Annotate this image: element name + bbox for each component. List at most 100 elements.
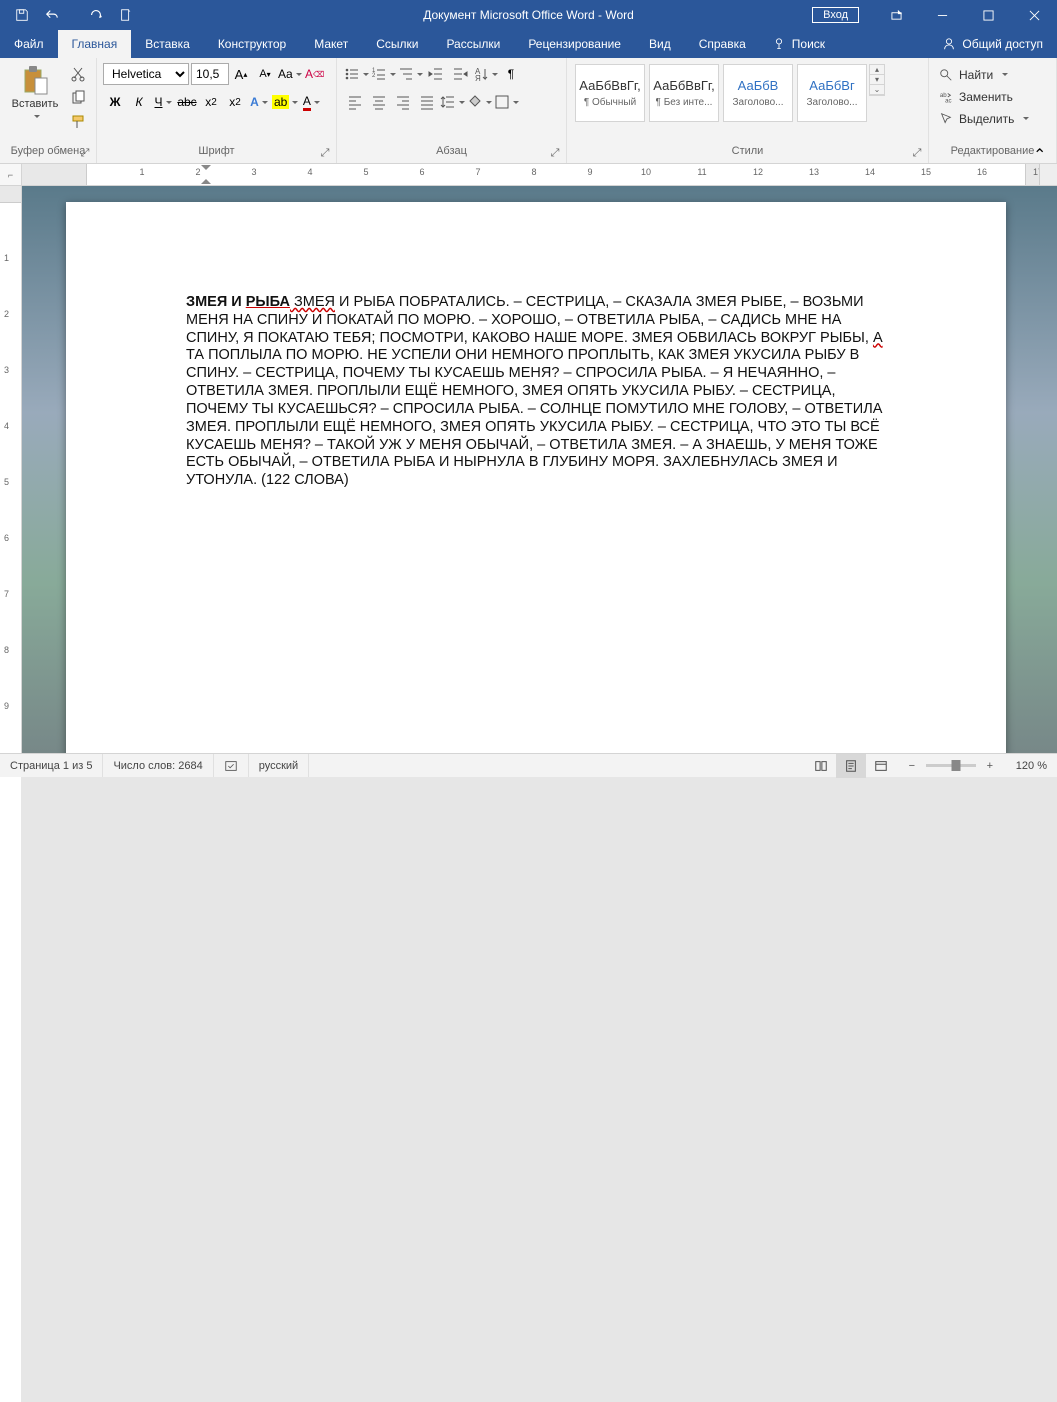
tell-me[interactable]: Поиск [760, 30, 837, 58]
page-content[interactable]: ЗМЕЯ И РЫБА ЗМЕЯ И РЫБА ПОБРАТАЛИСЬ. – С… [66, 202, 1006, 490]
statusbar: Страница 1 из 5 Число слов: 2684 русский… [0, 753, 1057, 777]
maximize-button[interactable] [965, 0, 1011, 30]
change-case[interactable]: Aa [278, 63, 302, 85]
tab-mailings[interactable]: Рассылки [432, 30, 514, 58]
style-nospace[interactable]: АаБбВвГг,¶ Без инте... [649, 64, 719, 122]
borders[interactable] [494, 91, 519, 113]
read-mode[interactable] [806, 754, 836, 778]
indent[interactable] [449, 63, 471, 85]
ribbon-tabs: Файл Главная Вставка Конструктор Макет С… [0, 30, 1057, 58]
zoom-slider[interactable]: − + [896, 760, 1006, 772]
show-marks[interactable]: ¶ [500, 63, 522, 85]
font-color[interactable]: A [300, 91, 322, 113]
align-center[interactable] [368, 91, 390, 113]
svg-text:Я: Я [475, 74, 481, 82]
language[interactable]: русский [249, 754, 309, 777]
clear-format[interactable]: A⌫ [304, 63, 326, 85]
collapse-ribbon[interactable]: ⌃ [1033, 145, 1051, 161]
ruler-end [1039, 164, 1057, 185]
minimize-button[interactable] [919, 0, 965, 30]
signin-button[interactable]: Вход [812, 7, 859, 23]
group-clipboard: Вставить Буфер обмена⤢ [0, 58, 97, 163]
select-button[interactable]: Выделить [935, 108, 1033, 130]
tab-references[interactable]: Ссылки [362, 30, 432, 58]
font-name[interactable]: Helvetica [103, 63, 189, 85]
subscript-button[interactable]: x2 [200, 91, 222, 113]
word-count[interactable]: Число слов: 2684 [103, 754, 213, 777]
zoom-out[interactable]: − [904, 760, 920, 772]
text-effects[interactable]: A [248, 91, 270, 113]
superscript-button[interactable]: x2 [224, 91, 246, 113]
print-layout[interactable] [836, 754, 866, 778]
tab-review[interactable]: Рецензирование [514, 30, 635, 58]
close-button[interactable] [1011, 0, 1057, 30]
paste-label: Вставить [12, 98, 59, 110]
new-doc-button[interactable] [112, 3, 140, 27]
shading[interactable] [467, 91, 492, 113]
tab-view[interactable]: Вид [635, 30, 685, 58]
undo-dropdown[interactable] [68, 3, 80, 27]
tab-home[interactable]: Главная [58, 30, 132, 58]
clipboard-label: Буфер обмена [11, 145, 86, 157]
qat-customize[interactable] [142, 3, 156, 27]
grow-font[interactable]: A▴ [230, 63, 252, 85]
tab-insert[interactable]: Вставка [131, 30, 204, 58]
shrink-font[interactable]: A▾ [254, 63, 276, 85]
page-indicator[interactable]: Страница 1 из 5 [0, 754, 103, 777]
strike-button[interactable]: abc [176, 91, 198, 113]
numbering[interactable]: 12 [371, 63, 396, 85]
multilevel[interactable] [398, 63, 423, 85]
styles-launcher[interactable]: ⤢ [910, 147, 924, 161]
font-size[interactable] [191, 63, 229, 85]
tab-file[interactable]: Файл [0, 30, 58, 58]
justify[interactable] [416, 91, 438, 113]
zoom-in[interactable]: + [982, 760, 998, 772]
underline-button[interactable]: Ч [152, 91, 174, 113]
document-canvas[interactable]: ЗМЕЯ И РЫБА ЗМЕЯ И РЫБА ПОБРАТАЛИСЬ. – С… [22, 186, 1057, 753]
paste-button[interactable]: Вставить [6, 62, 64, 122]
vertical-ruler[interactable]: 123456789 [0, 186, 22, 753]
sort[interactable]: AЯ [473, 63, 498, 85]
clipboard-launcher[interactable]: ⤢ [78, 147, 92, 161]
font-launcher[interactable]: ⤢ [318, 147, 332, 161]
style-normal[interactable]: АаБбВвГг,¶ Обычный [575, 64, 645, 122]
para-launcher[interactable]: ⤢ [548, 147, 562, 161]
tab-design[interactable]: Конструктор [204, 30, 300, 58]
save-button[interactable] [8, 3, 36, 27]
format-painter-button[interactable] [67, 111, 89, 133]
copy-button[interactable] [67, 87, 89, 109]
zoom-level[interactable]: 120 % [1006, 760, 1057, 772]
cut-button[interactable] [67, 63, 89, 85]
bold-button[interactable]: Ж [104, 91, 126, 113]
replace-button[interactable]: abacЗаменить [935, 86, 1017, 108]
doc-body-u: А [873, 330, 883, 346]
style-h2[interactable]: АаБбВгЗаголово... [797, 64, 867, 122]
bullets[interactable] [344, 63, 369, 85]
style-h1[interactable]: АаБбВЗаголово... [723, 64, 793, 122]
styles-gallery-nav[interactable]: ▴▾⌄ [869, 64, 885, 96]
italic-button[interactable]: К [128, 91, 150, 113]
line-spacing[interactable] [440, 91, 465, 113]
web-layout[interactable] [866, 754, 896, 778]
redo-button[interactable] [82, 3, 110, 27]
tab-help[interactable]: Справка [685, 30, 760, 58]
doc-title-2: РЫБА [246, 294, 290, 310]
doc-body-2: ТА ПОПЛЫЛА ПО МОРЮ. НЕ УСПЕЛИ ОНИ НЕМНОГ… [186, 347, 882, 488]
share-button[interactable]: Общий доступ [928, 30, 1057, 58]
quick-access-toolbar [0, 3, 156, 27]
tell-label: Поиск [792, 37, 825, 51]
find-button[interactable]: Найти [935, 64, 1012, 86]
titlebar: Документ Microsoft Office Word - Word Вх… [0, 0, 1057, 30]
outdent[interactable] [425, 63, 447, 85]
share-label: Общий доступ [962, 37, 1043, 51]
ruler-corner: ⌐ [0, 164, 22, 185]
tab-layout[interactable]: Макет [300, 30, 362, 58]
ribbon-display-button[interactable] [873, 0, 919, 30]
proofing[interactable] [214, 754, 249, 777]
horizontal-ruler[interactable]: 1234567891011121314151617 [22, 164, 1039, 185]
align-left[interactable] [344, 91, 366, 113]
para-label: Абзац [436, 145, 467, 157]
undo-button[interactable] [38, 3, 66, 27]
highlight[interactable]: ab [272, 91, 298, 113]
align-right[interactable] [392, 91, 414, 113]
